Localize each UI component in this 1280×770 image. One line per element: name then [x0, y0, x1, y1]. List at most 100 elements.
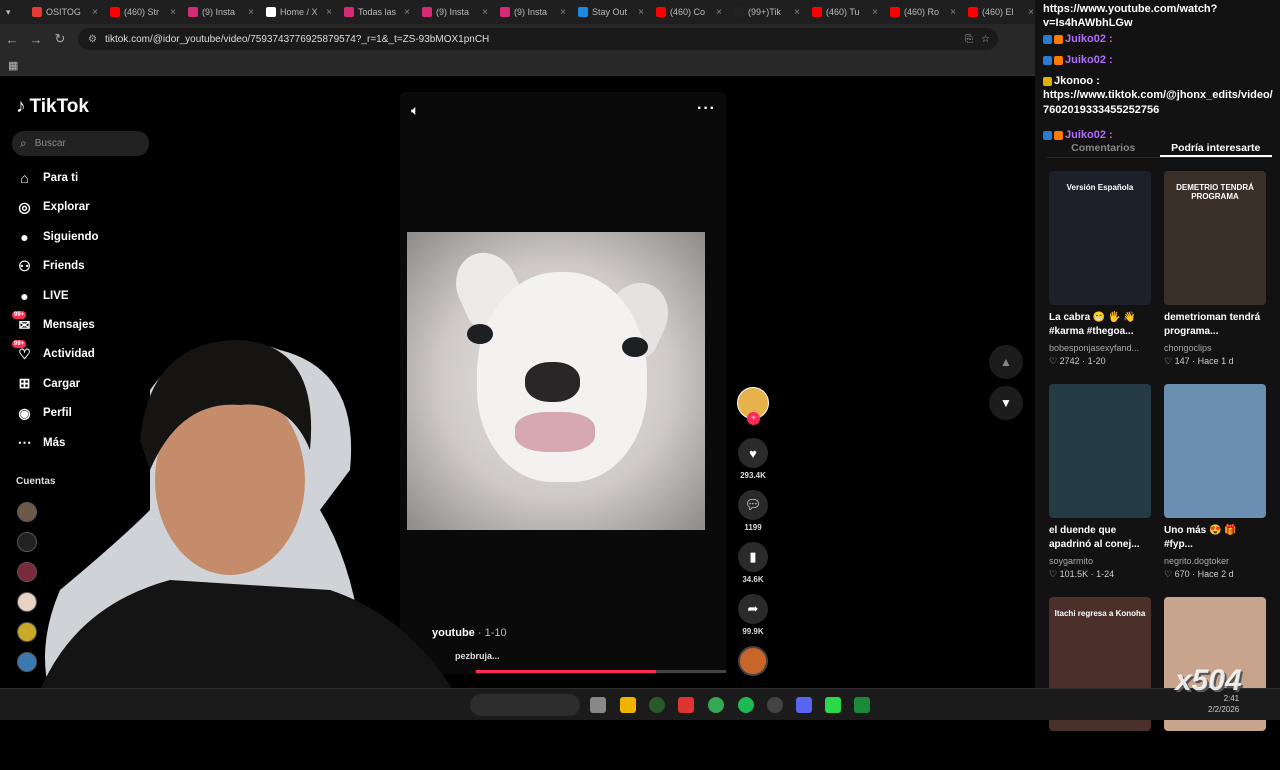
- reload-icon[interactable]: ↻: [48, 31, 72, 47]
- browser-tab[interactable]: Todas las ×: [338, 2, 416, 22]
- close-icon[interactable]: ×: [638, 7, 644, 18]
- close-icon[interactable]: ×: [170, 7, 176, 18]
- task-view-icon[interactable]: [590, 697, 606, 713]
- card-author[interactable]: soygarmito: [1049, 556, 1151, 566]
- comment-action[interactable]: 💬︎ 1199: [738, 490, 768, 532]
- notification-badge: 99+: [12, 310, 27, 319]
- browser-tab[interactable]: (9) Insta ×: [182, 2, 260, 22]
- bookmark-star-icon[interactable]: ☆: [981, 34, 990, 45]
- browser-tab[interactable]: Stay Out ×: [572, 2, 650, 22]
- chrome-icon[interactable]: [708, 697, 724, 713]
- browser-tab[interactable]: (460) El ×: [962, 2, 1040, 22]
- close-icon[interactable]: ×: [404, 7, 410, 18]
- browser-tab[interactable]: (460) Ro ×: [884, 2, 962, 22]
- card-author[interactable]: bobesponjasexyfand...: [1049, 343, 1151, 353]
- close-icon[interactable]: ×: [482, 7, 488, 18]
- video-thumbnail[interactable]: DEMETRIO TENDRÁ PROGRAMA: [1164, 171, 1266, 305]
- card-title[interactable]: [1164, 737, 1266, 767]
- app-icon[interactable]: [678, 697, 694, 713]
- chevron-up-icon[interactable]: ▲: [989, 345, 1023, 379]
- search-input[interactable]: ⌕ Buscar: [12, 131, 149, 156]
- recommended-video-card[interactable]: el duende que apadrinó al conej... soygar…: [1049, 384, 1151, 580]
- video-thumbnail[interactable]: [1049, 384, 1151, 518]
- apps-grid-icon[interactable]: ▦: [8, 59, 18, 72]
- sidebar-item-live[interactable]: ● LIVE: [16, 286, 68, 306]
- video-progress-bar[interactable]: [476, 670, 726, 673]
- bookmarks-bar: ▦: [0, 54, 1040, 76]
- card-author[interactable]: negrito.dogtoker: [1164, 556, 1266, 566]
- browser-tab[interactable]: (9) Insta ×: [494, 2, 572, 22]
- forward-icon[interactable]: →: [24, 32, 48, 47]
- tab-favicon-icon: [266, 7, 276, 17]
- volume-icon[interactable]: 🔈︎: [411, 102, 419, 119]
- card-title[interactable]: [1049, 737, 1151, 767]
- browser-tab[interactable]: Home / X ×: [260, 2, 338, 22]
- tiktok-logo[interactable]: ♪ TikTok: [16, 96, 89, 118]
- like-action[interactable]: ♥ 293.4K: [738, 438, 768, 480]
- browser-tab[interactable]: (460) Co ×: [650, 2, 728, 22]
- recommended-video-card[interactable]: Itachi regresa a Konoha: [1049, 597, 1151, 770]
- watermark-text: x504: [1175, 664, 1242, 697]
- close-icon[interactable]: ×: [794, 7, 800, 18]
- recommended-video-card[interactable]: Versión Española La cabra 😁 🖐 👋 #karma #t…: [1049, 171, 1151, 367]
- browser-menu-icon[interactable]: ▾: [0, 2, 26, 22]
- tab-comentarios[interactable]: Comentarios: [1047, 136, 1160, 157]
- chevron-down-icon[interactable]: ▼: [989, 386, 1023, 420]
- close-icon[interactable]: ×: [326, 7, 332, 18]
- sidebar-item-parati[interactable]: ⌂ Para ti: [16, 168, 78, 188]
- browser-tab[interactable]: (460) Tu ×: [806, 2, 884, 22]
- video-thumbnail[interactable]: Versión Española: [1049, 171, 1151, 305]
- url-field[interactable]: ⚙ tiktok.com/@idor_youtube/video/7593743…: [78, 28, 998, 50]
- share-action[interactable]: ➦ 99.9K: [738, 594, 768, 636]
- share-icon[interactable]: ➦: [738, 594, 768, 624]
- close-icon[interactable]: ×: [248, 7, 254, 18]
- dog-nose: [525, 362, 580, 402]
- tab-favicon-icon: [656, 7, 666, 17]
- card-title[interactable]: demetrioman tendrá programa...: [1164, 311, 1266, 341]
- browser-tab[interactable]: (9) Insta ×: [416, 2, 494, 22]
- sidebar-item-explorar[interactable]: ◎ Explorar: [16, 197, 89, 217]
- app-icon[interactable]: [649, 697, 665, 713]
- follow-plus-icon[interactable]: +: [747, 412, 760, 425]
- tab-podria-interesarte[interactable]: Podría interesarte: [1159, 136, 1272, 157]
- install-icon[interactable]: ⎘: [965, 34, 973, 45]
- card-title[interactable]: La cabra 😁 🖐 👋 #karma #thegoa...: [1049, 311, 1151, 341]
- bookmark-icon[interactable]: ▮: [738, 542, 768, 572]
- site-info-icon[interactable]: ⚙: [88, 34, 97, 45]
- tab-favicon-icon: [812, 7, 822, 17]
- sound-avatar[interactable]: [738, 646, 768, 676]
- video-thumbnail[interactable]: [1164, 384, 1266, 518]
- close-icon[interactable]: ×: [92, 7, 98, 18]
- close-icon[interactable]: ×: [950, 7, 956, 18]
- browser-tab[interactable]: (460) Str ×: [104, 2, 182, 22]
- like-count: 293.4K: [740, 471, 766, 480]
- comment-icon[interactable]: 💬︎: [738, 490, 768, 520]
- taskbar-search[interactable]: [470, 694, 580, 716]
- browser-tab[interactable]: (99+)Tik ×: [728, 2, 806, 22]
- browser-tab[interactable]: OSITOG ×: [26, 2, 104, 22]
- close-icon[interactable]: ×: [716, 7, 722, 18]
- sidebar-item-siguiendo[interactable]: ● Siguiendo: [16, 227, 98, 247]
- tab-favicon-icon: [422, 7, 432, 17]
- save-action[interactable]: ▮ 34.6K: [738, 542, 768, 584]
- discord-icon[interactable]: [796, 697, 812, 713]
- spotify-icon[interactable]: [738, 697, 754, 713]
- back-icon[interactable]: ←: [0, 32, 24, 47]
- close-icon[interactable]: ×: [560, 7, 566, 18]
- close-icon[interactable]: ×: [1028, 7, 1034, 18]
- app-icon[interactable]: [767, 697, 783, 713]
- close-icon[interactable]: ×: [872, 7, 878, 18]
- recommended-video-card[interactable]: DEMETRIO TENDRÁ PROGRAMA demetrioman tend…: [1164, 171, 1266, 367]
- sidebar-item-friends[interactable]: ⚇ Friends: [16, 256, 84, 276]
- file-explorer-icon[interactable]: [620, 697, 636, 713]
- recommended-video-card[interactable]: Uno más 😍 🎁 #fyp... negrito.dogtoker ♡ 670…: [1164, 384, 1266, 580]
- card-title[interactable]: Uno más 😍 🎁 #fyp...: [1164, 524, 1266, 554]
- windows-taskbar: 2:41 2/2/2026: [0, 688, 1280, 720]
- card-author[interactable]: chongoclips: [1164, 343, 1266, 353]
- card-title[interactable]: el duende que apadrinó al conej...: [1049, 524, 1151, 554]
- more-options-icon[interactable]: ···: [697, 100, 716, 118]
- heart-icon[interactable]: ♥: [738, 438, 768, 468]
- app-icon[interactable]: [825, 697, 841, 713]
- chat-message: Jkonoo : https://www.tiktok.com/@jhonx_ed…: [1043, 75, 1273, 116]
- app-icon[interactable]: [854, 697, 870, 713]
